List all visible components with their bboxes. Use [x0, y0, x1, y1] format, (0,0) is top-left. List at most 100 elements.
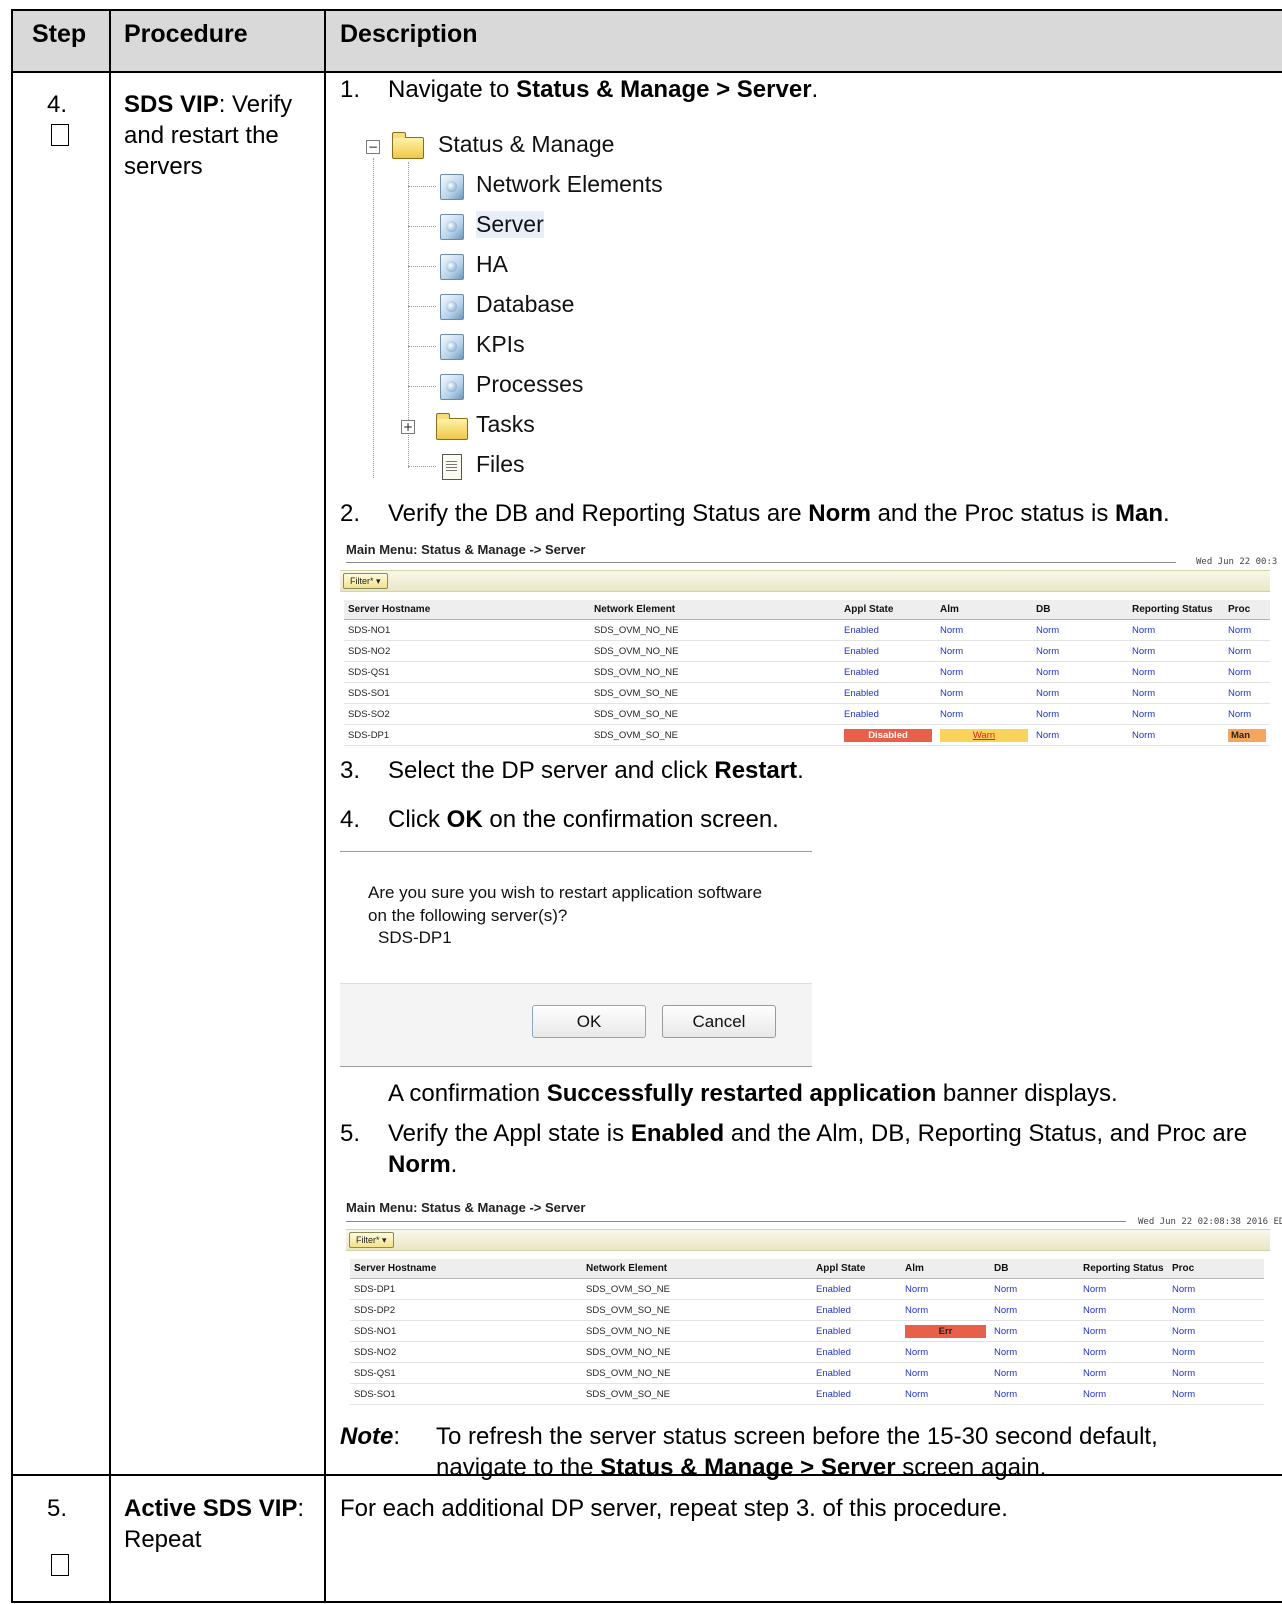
tree-item-processes[interactable]: Processes	[476, 371, 583, 398]
network-element-cell: SDS_OVM_NO_NE	[590, 619, 840, 641]
header-bottom-border	[11, 71, 1282, 73]
cancel-button[interactable]: Cancel	[662, 1005, 776, 1038]
tree-item-kpis[interactable]: KPIs	[476, 331, 525, 358]
column-header[interactable]: Server Hostname	[350, 1259, 582, 1279]
tree-item-status-manage[interactable]: Status & Manage	[438, 131, 614, 158]
filter-button[interactable]: Filter* ▾	[349, 1232, 394, 1248]
column-header[interactable]: Reporting Status	[1128, 600, 1224, 620]
server-status-table: Server Hostname Network Element Appl State…	[344, 600, 1270, 746]
hostname-cell: SDS-DP2	[350, 1299, 582, 1321]
header-description: Description	[340, 20, 478, 48]
dialog-message-line1: Are you sure you wish to restart applica…	[368, 883, 763, 902]
ok-button[interactable]: OK	[532, 1005, 646, 1038]
hostname-cell: SDS-NO2	[350, 1341, 582, 1363]
table-row[interactable]: SDS-QS1 SDS_OVM_NO_NE Enabled Norm Norm Norm N…	[344, 661, 1270, 683]
network-element-cell: SDS_OVM_NO_NE	[582, 1362, 812, 1384]
hostname-cell: SDS-SO2	[344, 703, 590, 725]
dialog-server-name: SDS-DP1	[378, 928, 452, 947]
tree-guide-line	[373, 158, 374, 478]
column-header[interactable]: Server Hostname	[344, 600, 590, 620]
step-number: 4.	[47, 91, 68, 118]
status-cell: Norm	[1224, 682, 1270, 704]
substep-number: 1.	[340, 76, 361, 103]
status-cell: Norm	[1224, 703, 1270, 725]
table-row[interactable]: SDS-QS1 SDS_OVM_NO_NE Enabled Norm Norm Norm N…	[350, 1362, 1264, 1384]
tree-item-server[interactable]: Server	[476, 211, 544, 238]
page-icon	[440, 334, 464, 360]
title-rule	[346, 1221, 1126, 1222]
table-row[interactable]: SDS-DP2 SDS_OVM_SO_NE Enabled Norm Norm Norm N…	[350, 1299, 1264, 1321]
status-cell: Norm	[1168, 1383, 1264, 1405]
table-row[interactable]: SDS-SO1 SDS_OVM_SO_NE Enabled Norm Norm Norm N…	[344, 682, 1270, 704]
status-cell: Enabled	[812, 1320, 901, 1342]
table-row[interactable]: SDS-NO2 SDS_OVM_NO_NE Enabled Norm Norm Norm N…	[350, 1341, 1264, 1363]
column-header[interactable]: Proc	[1168, 1259, 1264, 1279]
column-header[interactable]: Network Element	[590, 600, 840, 620]
tree-item-ha[interactable]: HA	[476, 251, 508, 278]
column-header[interactable]: Network Element	[582, 1259, 812, 1279]
banner-note: A confirmation Successfully restarted ap…	[388, 1080, 1118, 1107]
hostname-cell: SDS-QS1	[344, 661, 590, 683]
table-row[interactable]: SDS-SO2 SDS_OVM_SO_NE Enabled Norm Norm Norm N…	[344, 703, 1270, 725]
tree-item-files[interactable]: Files	[476, 451, 525, 478]
step-checkbox[interactable]	[51, 124, 69, 146]
title-rule	[346, 562, 1176, 563]
status-cell: Enabled	[840, 640, 936, 662]
table-left-border	[11, 9, 13, 1603]
header-step: Step	[32, 20, 87, 48]
status-cell: Norm	[1032, 640, 1128, 662]
status-cell: Norm	[1079, 1320, 1168, 1342]
status-cell: Norm	[936, 640, 1032, 662]
status-cell: Err	[901, 1320, 990, 1342]
status-cell: Norm	[1224, 619, 1270, 641]
column-header[interactable]: Appl State	[812, 1259, 901, 1279]
column-header[interactable]: Appl State	[840, 600, 936, 620]
status-cell: Enabled	[812, 1383, 901, 1405]
network-element-cell: SDS_OVM_NO_NE	[590, 661, 840, 683]
column-header[interactable]: DB	[1032, 600, 1128, 620]
status-cell: Norm	[901, 1278, 990, 1300]
table-row[interactable]: SDS-DP1 SDS_OVM_SO_NE Disabled Warn Norm Norm…	[344, 724, 1270, 746]
table-top-border	[11, 9, 1282, 11]
table-row[interactable]: SDS-NO2 SDS_OVM_NO_NE Enabled Norm Norm Norm N…	[344, 640, 1270, 662]
hostname-cell: SDS-DP1	[344, 724, 590, 746]
column-header[interactable]: DB	[990, 1259, 1079, 1279]
table-header-row: Server Hostname Network Element Appl State…	[344, 600, 1270, 620]
column-header[interactable]: Proc	[1224, 600, 1270, 620]
hostname-cell: SDS-NO1	[344, 619, 590, 641]
table-row[interactable]: SDS-NO1 SDS_OVM_NO_NE Enabled Err Norm Norm No…	[350, 1320, 1264, 1342]
status-cell: Norm	[901, 1383, 990, 1405]
tree-connector	[408, 346, 436, 347]
status-cell: Norm	[1079, 1299, 1168, 1321]
table-row[interactable]: SDS-SO1 SDS_OVM_SO_NE Enabled Norm Norm Norm N…	[350, 1383, 1264, 1405]
expand-icon[interactable]: +	[401, 420, 415, 434]
column-header[interactable]: Alm	[901, 1259, 990, 1279]
tree-item-database[interactable]: Database	[476, 291, 574, 318]
table-row[interactable]: SDS-NO1 SDS_OVM_NO_NE Enabled Norm Norm Norm N…	[344, 619, 1270, 641]
status-cell: Enabled	[840, 703, 936, 725]
table-row[interactable]: SDS-DP1 SDS_OVM_SO_NE Enabled Norm Norm Norm N…	[350, 1278, 1264, 1300]
step-checkbox[interactable]	[51, 1554, 69, 1576]
column-header[interactable]: Reporting Status	[1079, 1259, 1168, 1279]
status-cell: Norm	[901, 1341, 990, 1363]
collapse-icon[interactable]: −	[366, 140, 380, 154]
filter-button[interactable]: Filter* ▾	[343, 573, 388, 589]
tree-item-tasks[interactable]: Tasks	[476, 411, 535, 438]
network-element-cell: SDS_OVM_SO_NE	[582, 1299, 812, 1321]
status-cell: Norm	[1128, 661, 1224, 683]
tree-item-network-elements[interactable]: Network Elements	[476, 171, 663, 198]
column-divider-procedure	[324, 9, 326, 1603]
tree-connector	[408, 386, 436, 387]
tree-connector	[408, 306, 436, 307]
procedure-text: SDS VIP: Verify and restart the servers	[124, 91, 293, 180]
status-cell: Norm	[1224, 640, 1270, 662]
status-cell: Enabled	[812, 1299, 901, 1321]
dialog-footer: OK Cancel	[340, 984, 812, 1066]
status-cell: Enabled	[812, 1278, 901, 1300]
filter-bar: Filter* ▾	[340, 570, 1270, 592]
status-cell: Norm	[1079, 1278, 1168, 1300]
page-icon	[440, 374, 464, 400]
column-header[interactable]: Alm	[936, 600, 1032, 620]
tree-connector	[408, 466, 436, 467]
network-element-cell: SDS_OVM_SO_NE	[582, 1383, 812, 1405]
